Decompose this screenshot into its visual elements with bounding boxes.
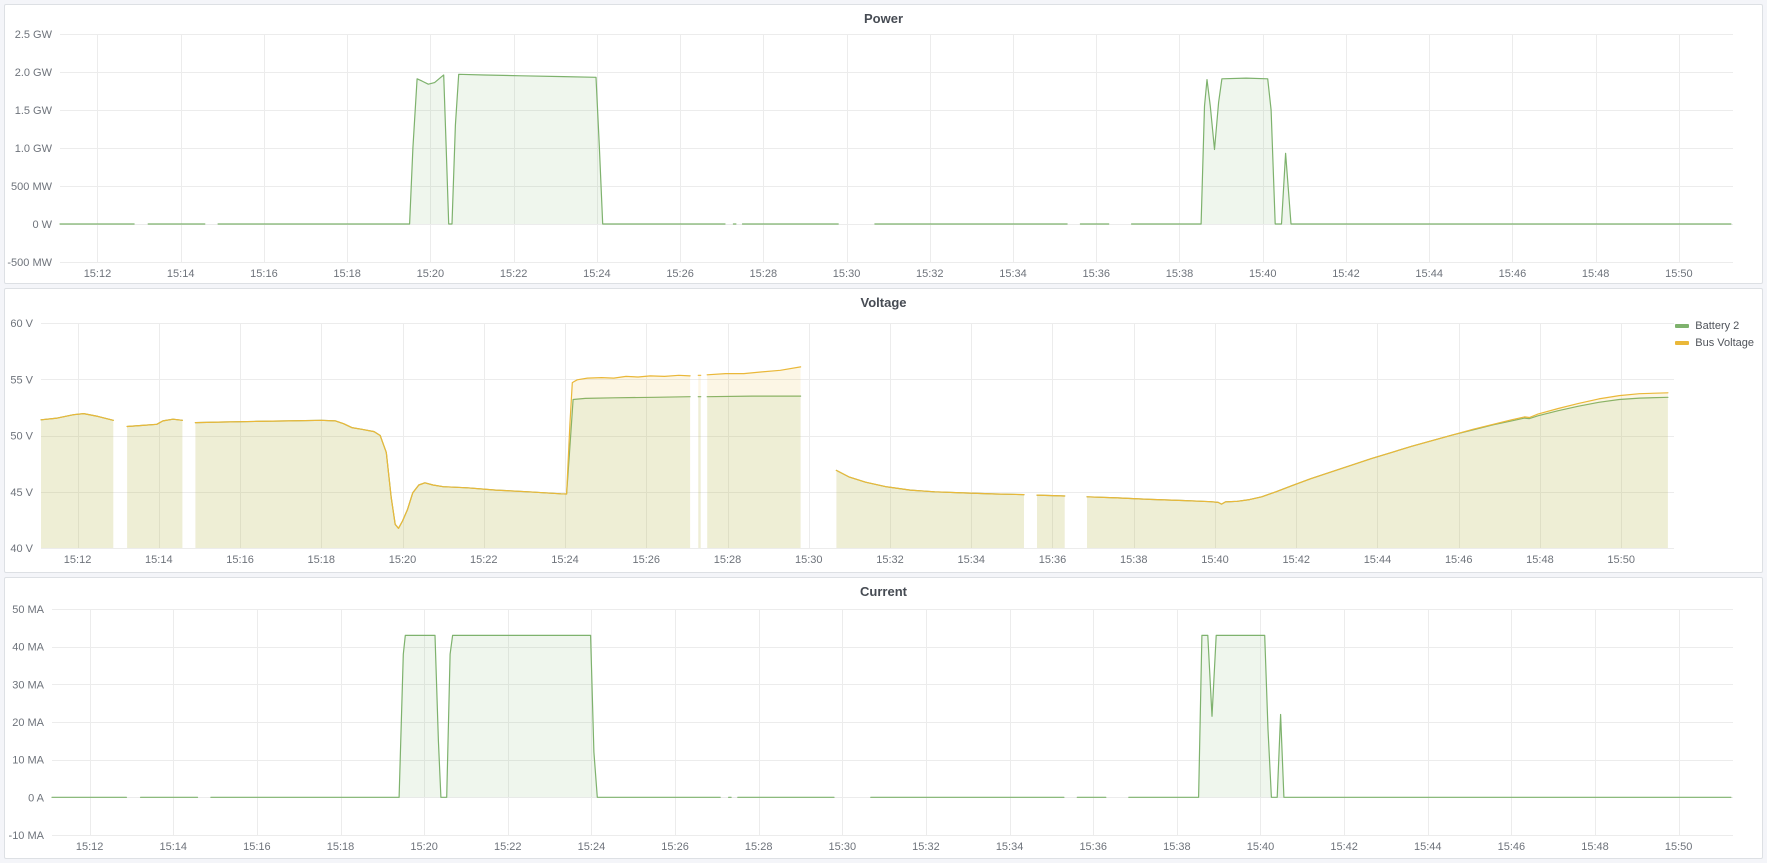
power-chart[interactable]: 2.5 GW 2.0 GW 1.5 GW 1.0 GW 500 MW 0 W -500 MW… bbox=[5, 5, 1762, 283]
svg-text:15:22: 15:22 bbox=[470, 554, 498, 566]
svg-text:15:24: 15:24 bbox=[551, 554, 579, 566]
svg-text:15:42: 15:42 bbox=[1330, 841, 1358, 853]
svg-text:1.5 GW: 1.5 GW bbox=[15, 105, 53, 117]
svg-text:2.5 GW: 2.5 GW bbox=[15, 29, 53, 41]
svg-text:15:18: 15:18 bbox=[308, 554, 336, 566]
svg-text:15:32: 15:32 bbox=[876, 554, 904, 566]
svg-text:15:34: 15:34 bbox=[999, 268, 1027, 280]
legend-label-battery-2: Battery 2 bbox=[1695, 319, 1739, 333]
svg-text:15:36: 15:36 bbox=[1039, 554, 1067, 566]
svg-text:15:48: 15:48 bbox=[1582, 268, 1610, 280]
panel-power-title[interactable]: Power bbox=[5, 11, 1762, 26]
svg-text:1.0 GW: 1.0 GW bbox=[15, 143, 53, 155]
svg-text:15:12: 15:12 bbox=[64, 554, 92, 566]
svg-text:0 A: 0 A bbox=[28, 792, 45, 804]
svg-text:15:20: 15:20 bbox=[389, 554, 417, 566]
voltage-chart[interactable]: 60 V 55 V 50 V 45 V 40 V 15:12 15:14 15:16 15:18… bbox=[5, 289, 1762, 572]
svg-text:15:48: 15:48 bbox=[1526, 554, 1554, 566]
panel-power: Power 2.5 GW 2.0 GW 1.5 GW 1.0 GW 500 MW 0 W -… bbox=[4, 4, 1763, 284]
svg-text:15:30: 15:30 bbox=[795, 554, 823, 566]
svg-text:40 MA: 40 MA bbox=[12, 642, 44, 654]
svg-text:15:46: 15:46 bbox=[1445, 554, 1473, 566]
svg-text:15:26: 15:26 bbox=[633, 554, 661, 566]
svg-text:15:34: 15:34 bbox=[996, 841, 1024, 853]
svg-text:20 MA: 20 MA bbox=[12, 717, 44, 729]
svg-text:2.0 GW: 2.0 GW bbox=[15, 67, 53, 79]
svg-text:10 MA: 10 MA bbox=[12, 755, 44, 767]
svg-text:15:16: 15:16 bbox=[250, 268, 278, 280]
svg-text:0 W: 0 W bbox=[32, 219, 52, 231]
svg-text:15:16: 15:16 bbox=[243, 841, 271, 853]
legend-swatch-bus-voltage bbox=[1675, 341, 1689, 345]
svg-text:15:46: 15:46 bbox=[1499, 268, 1527, 280]
svg-text:500 MW: 500 MW bbox=[11, 181, 53, 193]
legend-swatch-battery-2 bbox=[1675, 324, 1689, 328]
panel-voltage: Voltage 60 V 55 V 50 V 45 V 40 V 15:12 15:14 15… bbox=[4, 288, 1763, 573]
svg-text:30 MA: 30 MA bbox=[12, 679, 44, 691]
svg-text:45 V: 45 V bbox=[10, 487, 33, 499]
panel-current-title[interactable]: Current bbox=[5, 584, 1762, 599]
svg-text:60 V: 60 V bbox=[10, 318, 33, 330]
legend-item-battery-2[interactable]: Battery 2 bbox=[1675, 319, 1754, 333]
panel-current: Current 50 MA 40 MA 30 MA 20 MA 10 MA 0 A -10 … bbox=[4, 577, 1763, 859]
svg-text:15:24: 15:24 bbox=[583, 268, 611, 280]
svg-text:15:18: 15:18 bbox=[333, 268, 361, 280]
svg-text:-500 MW: -500 MW bbox=[7, 257, 52, 269]
svg-text:15:22: 15:22 bbox=[500, 268, 528, 280]
svg-text:15:22: 15:22 bbox=[494, 841, 522, 853]
voltage-legend: Battery 2 Bus Voltage bbox=[1675, 319, 1754, 350]
svg-text:15:32: 15:32 bbox=[916, 268, 944, 280]
current-chart[interactable]: 50 MA 40 MA 30 MA 20 MA 10 MA 0 A -10 MA 15:12 1… bbox=[5, 578, 1762, 858]
svg-text:15:40: 15:40 bbox=[1201, 554, 1229, 566]
svg-text:15:18: 15:18 bbox=[327, 841, 355, 853]
svg-text:15:50: 15:50 bbox=[1607, 554, 1635, 566]
svg-text:15:42: 15:42 bbox=[1332, 268, 1360, 280]
svg-text:15:28: 15:28 bbox=[750, 268, 778, 280]
svg-text:15:36: 15:36 bbox=[1079, 841, 1107, 853]
svg-text:15:20: 15:20 bbox=[410, 841, 438, 853]
svg-text:-10 MA: -10 MA bbox=[9, 830, 45, 842]
svg-text:15:34: 15:34 bbox=[957, 554, 985, 566]
svg-text:15:44: 15:44 bbox=[1414, 841, 1442, 853]
svg-text:15:48: 15:48 bbox=[1581, 841, 1609, 853]
svg-text:15:14: 15:14 bbox=[145, 554, 173, 566]
legend-item-bus-voltage[interactable]: Bus Voltage bbox=[1675, 336, 1754, 350]
svg-text:50 V: 50 V bbox=[10, 431, 33, 443]
svg-text:15:46: 15:46 bbox=[1498, 841, 1526, 853]
svg-text:15:44: 15:44 bbox=[1415, 268, 1443, 280]
svg-text:15:40: 15:40 bbox=[1249, 268, 1277, 280]
svg-text:15:20: 15:20 bbox=[417, 268, 445, 280]
svg-text:55 V: 55 V bbox=[10, 374, 33, 386]
svg-text:15:40: 15:40 bbox=[1247, 841, 1275, 853]
svg-text:15:24: 15:24 bbox=[578, 841, 606, 853]
panel-voltage-title[interactable]: Voltage bbox=[5, 295, 1762, 310]
svg-text:15:50: 15:50 bbox=[1665, 268, 1693, 280]
svg-text:15:14: 15:14 bbox=[167, 268, 195, 280]
svg-text:15:12: 15:12 bbox=[76, 841, 104, 853]
svg-text:40 V: 40 V bbox=[10, 543, 33, 555]
svg-text:15:30: 15:30 bbox=[833, 268, 861, 280]
svg-text:15:38: 15:38 bbox=[1163, 841, 1191, 853]
svg-text:15:38: 15:38 bbox=[1166, 268, 1194, 280]
svg-text:15:38: 15:38 bbox=[1120, 554, 1148, 566]
svg-text:15:26: 15:26 bbox=[666, 268, 694, 280]
svg-text:15:12: 15:12 bbox=[84, 268, 112, 280]
svg-text:15:50: 15:50 bbox=[1665, 841, 1693, 853]
svg-text:15:26: 15:26 bbox=[661, 841, 689, 853]
svg-text:15:42: 15:42 bbox=[1282, 554, 1310, 566]
svg-text:15:32: 15:32 bbox=[912, 841, 940, 853]
svg-text:15:44: 15:44 bbox=[1364, 554, 1392, 566]
svg-text:15:16: 15:16 bbox=[226, 554, 254, 566]
legend-label-bus-voltage: Bus Voltage bbox=[1695, 336, 1754, 350]
svg-text:15:36: 15:36 bbox=[1082, 268, 1110, 280]
svg-text:15:28: 15:28 bbox=[745, 841, 773, 853]
svg-text:15:28: 15:28 bbox=[714, 554, 742, 566]
svg-text:15:14: 15:14 bbox=[160, 841, 188, 853]
svg-text:15:30: 15:30 bbox=[829, 841, 857, 853]
dashboard: Power 2.5 GW 2.0 GW 1.5 GW 1.0 GW 500 MW 0 W -… bbox=[0, 0, 1767, 863]
svg-text:50 MA: 50 MA bbox=[12, 604, 44, 616]
